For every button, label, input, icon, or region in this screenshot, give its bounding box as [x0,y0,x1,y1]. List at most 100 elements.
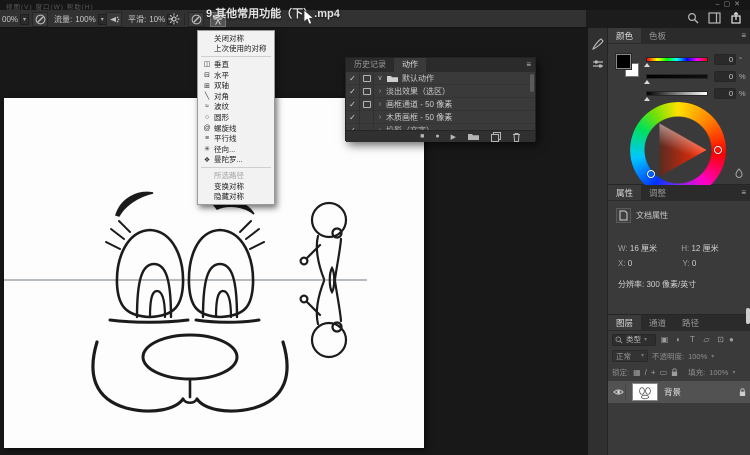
slider-thumb[interactable] [644,63,650,67]
panel-menu-icon[interactable]: ≡ [741,188,746,197]
menu-item-horizontal[interactable]: ⊟水平 [198,70,274,81]
slider-thumb[interactable] [644,80,650,84]
tab-layers[interactable]: 图层 [608,315,641,330]
expand-open-icon[interactable]: ∨ [374,74,386,82]
saturation-slider[interactable] [646,74,708,79]
doc-height-value[interactable]: 12 厘米 [691,244,718,253]
eyedropper-icon[interactable] [734,168,744,178]
opacity-control[interactable]: 00% ▾ [2,10,29,28]
menu-item-vertical[interactable]: ◫垂直 [198,59,274,70]
menu-item-circle[interactable]: ○圆形 [198,112,274,123]
action-row[interactable]: ✓ › 投影（文字） [346,124,535,130]
action-row[interactable]: ✓ › 木质画框 - 50 像素 [346,111,535,124]
minimize-icon[interactable]: – [716,1,724,8]
airbrush-button[interactable] [106,12,122,27]
brushes-panel-button[interactable] [588,54,608,74]
tab-history[interactable]: 历史记录 [346,58,394,72]
new-action-icon[interactable] [491,132,501,142]
trash-icon[interactable] [512,132,521,142]
action-row[interactable]: ✓ › 淡出效果（选区） [346,85,535,98]
filter-adjustment-layers-icon[interactable]: ◐ [673,335,684,344]
share-icon[interactable] [730,12,742,24]
panel-menu-icon[interactable]: ≡ [741,31,746,40]
menu-item-diagonal[interactable]: ╲对角 [198,91,274,102]
size-pressure-button[interactable] [188,12,204,27]
lock-artboard-icon[interactable]: ▭ [660,368,668,377]
lock-all-icon[interactable] [671,368,678,377]
brightness-value[interactable]: 0 [714,88,736,99]
layer-visibility-toggle[interactable] [612,384,626,400]
menu-item-dual-axis[interactable]: ⊞双轴 [198,80,274,91]
hue-slider[interactable] [646,57,708,62]
expand-closed-icon[interactable]: › [374,127,386,131]
tab-color[interactable]: 颜色 [608,28,641,43]
layer-opacity-value[interactable]: 100% [688,352,707,361]
filter-smart-objects-icon[interactable]: ⊡ [715,335,726,344]
foreground-color-swatch[interactable] [616,54,631,69]
close-icon[interactable]: ✕ [734,1,744,8]
saturation-value[interactable]: 0 [714,71,736,82]
action-row-default-actions[interactable]: ✓ ∨ 默认动作 [346,72,535,85]
panel-menu-icon[interactable]: ≡ [526,60,531,69]
tab-channels[interactable]: 通道 [641,315,674,330]
filter-type-layers-icon[interactable]: T [687,335,698,344]
stop-icon[interactable]: ■ [420,133,424,140]
filter-pixel-layers-icon[interactable]: ▣ [659,335,670,344]
blend-mode-select[interactable]: 正常 ▾ [612,350,648,362]
expand-closed-icon[interactable]: › [374,88,386,95]
scrollbar[interactable] [746,308,750,324]
opacity-pressure-button[interactable] [32,12,48,27]
layer-row-background[interactable]: 背景 [608,381,750,403]
workspace-icon[interactable] [708,12,721,24]
search-icon[interactable] [687,12,699,24]
expand-closed-icon[interactable]: › [374,114,386,121]
lock-pixels-icon[interactable]: / [645,368,647,377]
action-dialog-toggle[interactable] [360,98,374,111]
filter-shape-layers-icon[interactable]: ▱ [701,335,712,344]
menu-item-symmetry-off[interactable]: 关闭对称 [198,33,274,44]
tab-adjustments[interactable]: 调整 [641,185,674,200]
play-icon[interactable]: ▶ [451,133,456,141]
menu-item-last-used[interactable]: 上次使用的对称 [198,44,274,55]
record-icon[interactable]: ● [435,133,439,140]
action-dialog-toggle[interactable] [360,72,374,85]
menu-item-parallel-lines[interactable]: ≡平行线 [198,133,274,144]
menu-item-spiral[interactable]: @螺旋线 [198,123,274,134]
menu-item-hide-symmetry[interactable]: 隐藏对称 [198,191,274,202]
layer-fill-value[interactable]: 100% [709,368,728,377]
chevron-down-icon[interactable]: ▾ [20,14,29,25]
lock-position-icon[interactable]: + [651,368,656,377]
layer-thumbnail[interactable] [632,383,658,401]
maximize-icon[interactable]: ▢ [724,1,735,8]
hue-marker[interactable] [714,146,722,154]
lock-transparency-icon[interactable]: ▦ [633,368,641,377]
color-swatches[interactable] [616,54,642,80]
new-set-folder-icon[interactable] [467,132,480,141]
slider-thumb[interactable] [644,97,650,101]
brush-settings-panel-button[interactable] [588,34,608,54]
color-marker[interactable] [647,170,655,178]
expand-closed-icon[interactable]: › [374,101,386,108]
action-check[interactable]: ✓ [346,72,360,85]
layer-filter-kind[interactable]: 类型 ▾ [612,334,656,346]
doc-x-value[interactable]: 0 [628,259,632,268]
menu-item-mandala[interactable]: ❖曼陀罗... [198,155,274,166]
tab-actions[interactable]: 动作 [394,58,426,72]
doc-y-value[interactable]: 0 [692,259,696,268]
tab-swatches[interactable]: 色板 [641,28,674,43]
tab-properties[interactable]: 属性 [608,185,641,200]
menu-item-transform-symmetry[interactable]: 变换对称 [198,181,274,192]
tab-paths[interactable]: 路径 [674,315,707,330]
doc-width-value[interactable]: 16 厘米 [630,244,657,253]
brightness-slider[interactable] [646,91,708,96]
color-wheel[interactable] [630,102,726,198]
smoothing-options-button[interactable] [168,10,180,28]
menu-item-wavy[interactable]: ≈波纹 [198,102,274,113]
menu-item-radial[interactable]: ✳径向... [198,144,274,155]
filter-toggle-icon[interactable]: ● [729,335,734,344]
action-row[interactable]: ✓ › 画框通道 - 50 像素 [346,98,535,111]
action-dialog-toggle[interactable] [360,85,374,98]
flow-control[interactable]: 流量: 100% ▾ [54,10,107,28]
hue-value[interactable]: 0 [714,54,736,65]
scrollbar[interactable] [530,74,534,92]
